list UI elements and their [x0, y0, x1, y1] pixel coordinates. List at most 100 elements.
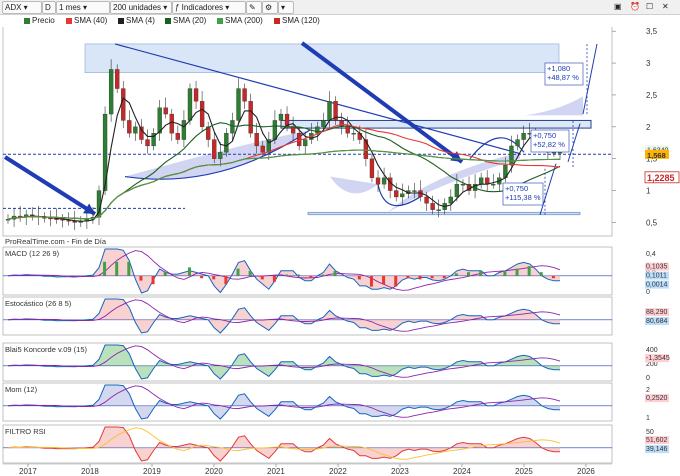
x-tick-label: 2025	[515, 467, 533, 476]
candle	[381, 177, 387, 185]
candle	[485, 177, 490, 185]
candle	[199, 101, 205, 127]
candle	[327, 101, 332, 121]
indicator-tick-label: 0	[646, 289, 650, 296]
indicator-value: 88,290	[646, 309, 668, 316]
legend-item[interactable]: SMA (120)	[274, 16, 320, 26]
macd-bar	[406, 275, 410, 279]
price-badge-last: 1,2285	[647, 173, 675, 183]
macd-bar	[467, 272, 471, 276]
indicator-value: 0,1035	[646, 264, 668, 271]
macd-bar	[418, 275, 422, 280]
candle	[121, 88, 126, 121]
candle	[515, 139, 520, 147]
macd-bar	[78, 275, 82, 277]
candle	[242, 88, 247, 102]
candle	[272, 120, 278, 140]
x-tick-label: 2024	[453, 467, 471, 476]
indicator-tick-label: 2	[646, 387, 650, 394]
macd-bar	[236, 268, 240, 276]
projection-label: +0,750	[505, 184, 528, 193]
candle	[454, 184, 460, 198]
candle	[400, 193, 405, 198]
macd-bar	[260, 275, 264, 280]
macd-bar	[382, 275, 386, 285]
legend-label: SMA (4)	[126, 16, 155, 25]
indicator-title: Mom (12)	[5, 385, 38, 394]
candle	[212, 139, 217, 159]
macd-bar	[66, 275, 70, 277]
y-tick-label: 0,5	[646, 218, 658, 227]
indicator-tick-label: 400	[646, 347, 658, 354]
macd-bar	[272, 275, 276, 282]
macd-bar	[503, 271, 507, 276]
candle	[424, 196, 429, 204]
indicator-value: 0,1011	[646, 273, 667, 280]
candle	[557, 152, 563, 154]
legend-label: SMA (120)	[282, 16, 320, 25]
macd-bar	[551, 275, 555, 279]
y-tick-label: 2,5	[646, 91, 658, 100]
macd-bar	[151, 275, 155, 285]
candle	[254, 133, 259, 147]
indicator-tick-label: 0,4	[646, 251, 656, 258]
legend-item[interactable]: SMA (40)	[66, 16, 107, 26]
macd-bar	[248, 271, 252, 276]
projection-label: +1,080	[547, 64, 570, 73]
x-tick-label: 2017	[19, 467, 37, 476]
candle	[115, 69, 120, 89]
candle	[551, 152, 557, 154]
candle	[218, 152, 223, 159]
legend-item[interactable]: SMA (200)	[217, 16, 263, 26]
indicator-value: 0,0014	[646, 282, 668, 289]
legend-swatch	[66, 17, 72, 24]
macd-bar	[394, 275, 398, 287]
indicator-title: FILTRO RSI	[5, 427, 46, 436]
indicator-title: MACD (12 26 9)	[5, 249, 60, 258]
x-tick-label: 2022	[329, 467, 347, 476]
macd-bar	[454, 273, 458, 276]
legend-swatch	[274, 17, 280, 24]
x-tick-label: 2018	[81, 467, 99, 476]
macd-bar	[212, 275, 216, 280]
legend-swatch	[118, 17, 124, 24]
indicator-title: Blai5 Koncorde v.09 (15)	[5, 345, 87, 354]
macd-bar	[297, 274, 301, 276]
macd-bar	[539, 272, 543, 276]
candle	[260, 145, 265, 153]
legend-swatch	[24, 17, 30, 24]
y-tick-label: 1	[646, 187, 651, 196]
candle	[491, 184, 496, 186]
projection-label: +115,38 %	[505, 193, 541, 202]
macd-bar	[139, 275, 143, 281]
candle	[187, 88, 193, 121]
indicator-value: 80,684	[646, 318, 668, 325]
macd-bar	[224, 275, 228, 285]
candle	[248, 101, 253, 134]
macd-bar	[333, 271, 337, 276]
legend-item[interactable]: Precio	[24, 16, 55, 26]
x-tick-label: 2023	[391, 467, 409, 476]
candle	[224, 133, 229, 153]
indicator-title: Estocástico (26 8 5)	[5, 299, 72, 308]
candle	[181, 120, 187, 140]
indicator-tick-label: 0	[646, 375, 650, 382]
price-badge-mid: 1,568	[647, 151, 666, 160]
candle	[278, 113, 284, 121]
candle	[236, 88, 241, 121]
macd-bar	[115, 261, 119, 276]
x-tick-label: 2021	[267, 467, 285, 476]
legend-swatch	[217, 17, 223, 24]
legend-item[interactable]: SMA (4)	[118, 16, 155, 26]
macd-bar	[442, 275, 446, 279]
candle	[290, 126, 296, 134]
legend-item[interactable]: SMA (20)	[165, 16, 206, 26]
candle	[127, 120, 132, 134]
price-chart[interactable]: 0,511,522,533,5+1,080+48,87 %+0,750+52,8…	[0, 0, 680, 476]
macd-bar	[479, 271, 483, 276]
indicator-value: 51,602	[646, 437, 668, 444]
indicator-legend: Precio SMA (40) SMA (4) SMA (20) SMA (200) SM…	[0, 15, 640, 27]
candle	[193, 88, 199, 102]
macd-bar	[369, 275, 373, 287]
indicator-value: -1,3545	[646, 355, 670, 362]
